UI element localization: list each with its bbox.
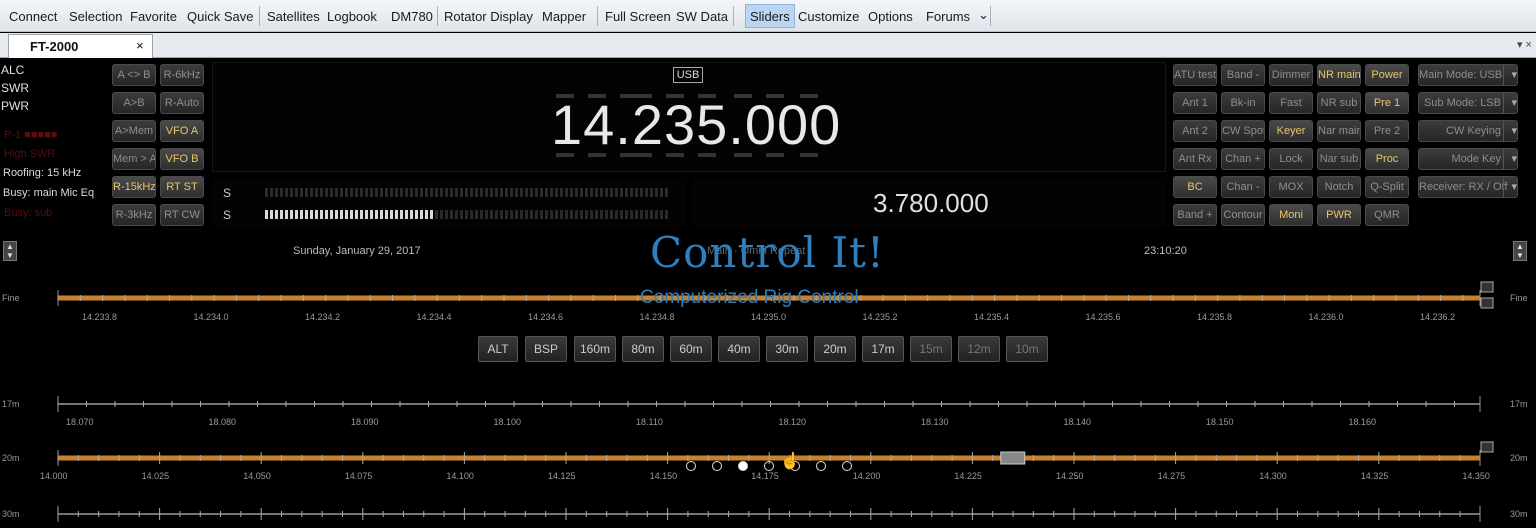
ticks_20m-tick-label: 14.175: [751, 471, 779, 481]
slider-20m[interactable]: [57, 441, 1494, 466]
carousel-dot[interactable]: [842, 461, 852, 471]
band-button-bsp[interactable]: BSP: [525, 336, 567, 362]
slider-30m[interactable]: [57, 506, 1481, 522]
band-button-20m[interactable]: 20m: [814, 336, 856, 362]
band-button-160m[interactable]: 160m: [574, 336, 616, 362]
label-20m-left: 20m: [2, 453, 20, 463]
carousel-dot[interactable]: [712, 461, 722, 471]
ticks_20m-tick-label: 14.275: [1157, 471, 1186, 481]
label-17m-left: 17m: [2, 399, 20, 409]
overlay-subtitle: Computerized Rig Control: [640, 287, 859, 308]
slider-end-button[interactable]: [1480, 441, 1494, 453]
ticks_20m-tick-label: 14.075: [344, 471, 373, 481]
ticks_17m-tick-label: 18.130: [921, 417, 949, 427]
overlay-title: Control It!: [650, 228, 885, 277]
ticks_17m-tick-label: 18.110: [636, 417, 663, 427]
ticks_17m-tick-label: 18.140: [1063, 417, 1092, 427]
mouse-cursor-icon: ☝: [780, 453, 800, 470]
ticks_20m-tick-label: 14.200: [852, 471, 881, 481]
label-20m-right: 20m: [1510, 453, 1528, 463]
ticks_20m-tick-label: 14.125: [548, 471, 576, 481]
band-button-60m[interactable]: 60m: [670, 336, 712, 362]
fine_ticks-tick-label: 14.235.0: [751, 312, 787, 322]
ticks_17m-tick-label: 18.090: [351, 417, 379, 427]
ticks_17m-tick-label: 18.100: [493, 417, 522, 427]
label-17m-right: 17m: [1510, 399, 1528, 409]
ticks_20m-tick-label: 14.300: [1259, 471, 1287, 481]
fine-label-right: Fine: [1510, 293, 1528, 303]
fine_ticks-tick-label: 14.235.4: [974, 312, 1010, 322]
band-button-10m[interactable]: 10m: [1006, 336, 1048, 362]
fine_ticks-tick-label: 14.235.2: [862, 312, 898, 322]
ticks_20m-tick-label: 14.350: [1462, 471, 1490, 481]
fine_ticks-tick-label: 14.235.6: [1085, 312, 1121, 322]
ticks_20m-tick-label: 14.325: [1360, 471, 1389, 481]
label-30m-right: 30m: [1510, 509, 1528, 519]
ticks_20m-tick-label: 14.150: [649, 471, 678, 481]
slider-20m-thumb[interactable]: [1000, 451, 1026, 465]
fine_ticks-tick-label: 14.234.4: [416, 312, 452, 322]
ticks_20m-tick-label: 14.000: [40, 471, 68, 481]
band-button-alt[interactable]: ALT: [478, 336, 518, 362]
band-button-15m[interactable]: 15m: [910, 336, 952, 362]
ticks_20m-tick-label: 14.025: [141, 471, 170, 481]
carousel-dot[interactable]: [686, 461, 696, 471]
fine_ticks-tick-label: 14.234.8: [639, 312, 675, 322]
ticks_17m-tick-label: 18.160: [1348, 417, 1377, 427]
band-button-17m[interactable]: 17m: [862, 336, 904, 362]
ticks_17m-tick-label: 18.120: [778, 417, 807, 427]
band-button-80m[interactable]: 80m: [622, 336, 664, 362]
fine_ticks-tick-label: 14.233.8: [82, 312, 118, 322]
ticks_20m-tick-label: 14.050: [243, 471, 271, 481]
carousel-dot[interactable]: [764, 461, 774, 471]
fine_ticks-tick-label: 14.234.6: [528, 312, 564, 322]
ticks_17m-tick-label: 18.070: [66, 417, 94, 427]
ticks_20m-tick-label: 14.250: [1056, 471, 1084, 481]
ticks_17m-tick-label: 18.080: [208, 417, 237, 427]
band-button-30m[interactable]: 30m: [766, 336, 808, 362]
band-button-12m[interactable]: 12m: [958, 336, 1000, 362]
slider-end-button[interactable]: [1480, 297, 1494, 309]
band-button-40m[interactable]: 40m: [718, 336, 760, 362]
fine_ticks-tick-label: 14.234.0: [193, 312, 229, 322]
fine_ticks-tick-label: 14.236.0: [1308, 312, 1344, 322]
fine_ticks-tick-label: 14.236.2: [1420, 312, 1456, 322]
label-30m-left: 30m: [2, 509, 20, 519]
carousel-dot[interactable]: [738, 461, 748, 471]
ticks_17m-tick-label: 18.150: [1206, 417, 1234, 427]
slider-end-button[interactable]: [1480, 281, 1494, 293]
ticks_20m-tick-label: 14.100: [446, 471, 474, 481]
fine_ticks-tick-label: 14.234.2: [305, 312, 341, 322]
carousel-dot[interactable]: [816, 461, 826, 471]
slider-17m[interactable]: [57, 396, 1481, 412]
fine_ticks-tick-label: 14.235.8: [1197, 312, 1233, 322]
ticks_20m-tick-label: 14.225: [954, 471, 982, 481]
fine-label-left: Fine: [2, 293, 20, 303]
